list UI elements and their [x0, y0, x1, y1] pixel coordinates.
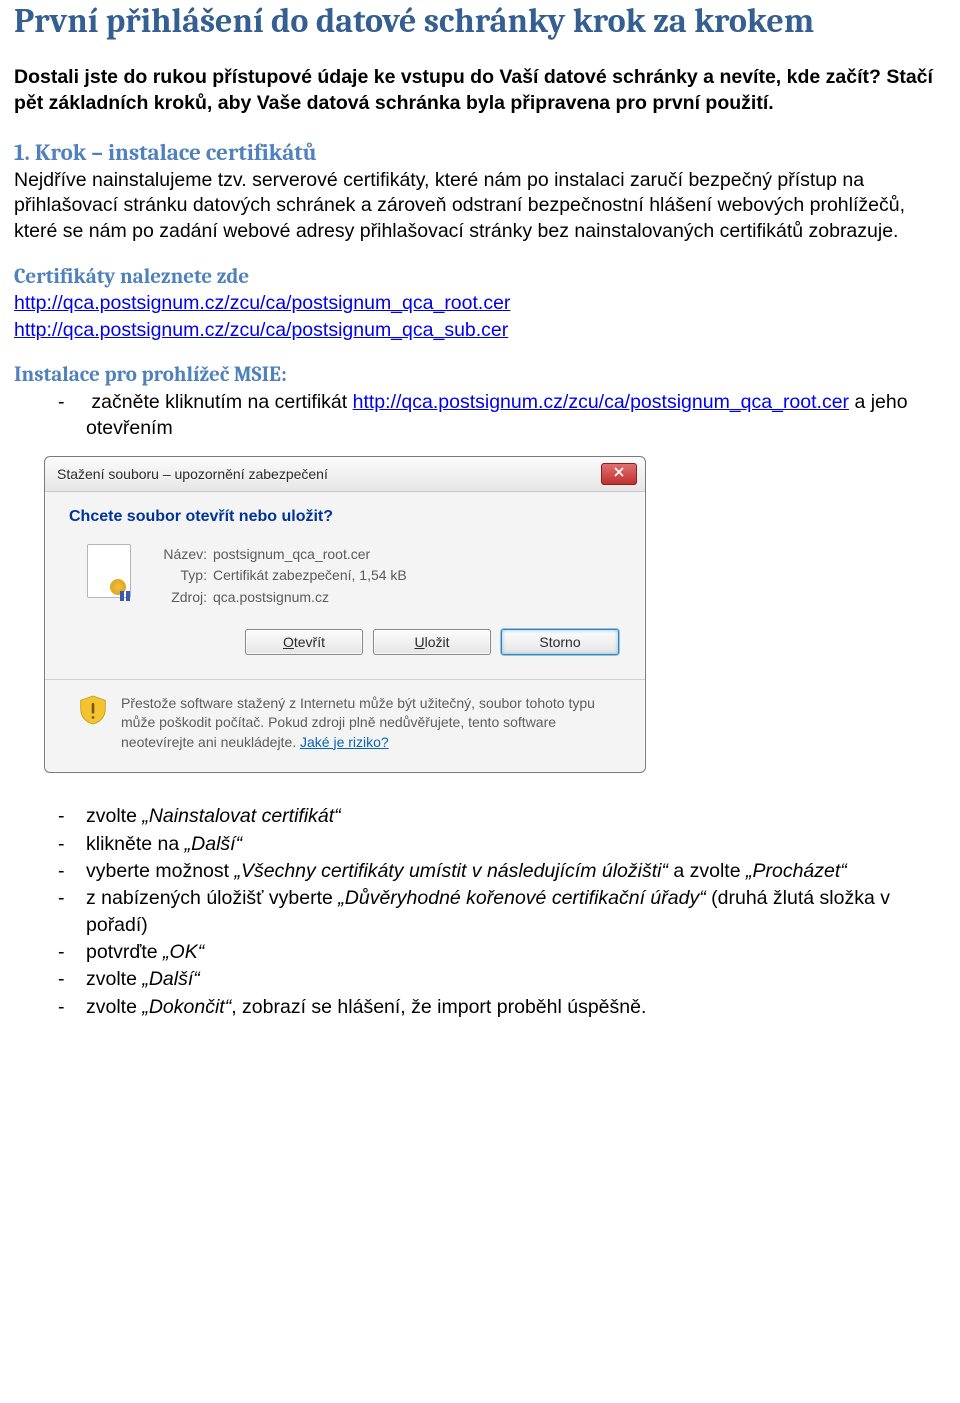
install-step: klikněte na „Další“	[14, 831, 946, 857]
install-step: zvolte „Další“	[14, 966, 946, 992]
open-btn-rest: tevřít	[294, 634, 325, 650]
source-value: qca.postsignum.cz	[213, 589, 329, 605]
intro-paragraph: Dostali jste do rukou přístupové údaje k…	[14, 65, 946, 116]
dialog-title: Stažení souboru – upozornění zabezpečení	[57, 466, 328, 482]
msie-intro-item: začněte kliknutím na certifikát http://q…	[14, 389, 946, 442]
name-label: Název:	[149, 544, 207, 566]
msie-intro-link[interactable]: http://qca.postsignum.cz/zcu/ca/postsign…	[353, 391, 849, 413]
risk-link[interactable]: Jaké je riziko?	[300, 734, 389, 750]
download-dialog: Stažení souboru – upozornění zabezpečení…	[44, 456, 646, 774]
install-step: z nabízených úložišť vyberte „Důvěryhodn…	[14, 885, 946, 938]
type-value: Certifikát zabezpečení, 1,54 kB	[213, 567, 407, 583]
save-btn-rest: ložit	[425, 634, 450, 650]
install-steps-list: zvolte „Nainstalovat certifikát“klikněte…	[14, 803, 946, 1020]
dialog-heading: Chcete soubor otevřít nebo uložit?	[69, 508, 627, 526]
save-button[interactable]: Uložit	[373, 629, 491, 655]
source-label: Zdroj:	[149, 587, 207, 609]
close-button[interactable]	[601, 463, 637, 485]
close-icon	[614, 467, 624, 480]
file-info: Název: postsignum_qca_root.cer Typ: Certif…	[149, 544, 407, 609]
type-label: Typ:	[149, 565, 207, 587]
cert-heading: Certifikáty naleznete zde	[14, 265, 946, 289]
certificate-icon	[87, 544, 131, 598]
install-step: potvrďte „OK“	[14, 939, 946, 965]
page-title: První přihlášení do datové schránky krok…	[14, 2, 946, 41]
msie-intro-list: začněte kliknutím na certifikát http://q…	[14, 389, 946, 442]
step1-body: Nejdříve nainstalujeme tzv. serverové ce…	[14, 168, 946, 246]
install-step: zvolte „Dokončit“, zobrazí se hlášení, ž…	[14, 994, 946, 1020]
cancel-button[interactable]: Storno	[501, 629, 619, 655]
warning-text: Přestože software stažený z Internetu mů…	[121, 694, 627, 753]
msie-heading: Instalace pro prohlížeč MSIE:	[14, 363, 946, 387]
install-step: vyberte možnost „Všechny certifikáty umí…	[14, 858, 946, 884]
msie-intro-pre: začněte kliknutím na certifikát	[91, 391, 352, 413]
dialog-titlebar: Stažení souboru – upozornění zabezpečení	[45, 457, 645, 492]
cert-link-sub[interactable]: http://qca.postsignum.cz/zcu/ca/postsign…	[14, 319, 508, 341]
cert-links: http://qca.postsignum.cz/zcu/ca/postsign…	[14, 290, 946, 343]
cert-link-root[interactable]: http://qca.postsignum.cz/zcu/ca/postsign…	[14, 292, 510, 314]
install-step: zvolte „Nainstalovat certifikát“	[14, 803, 946, 829]
name-value: postsignum_qca_root.cer	[213, 546, 370, 562]
shield-warning-icon	[79, 694, 107, 726]
open-button[interactable]: Otevřít	[245, 629, 363, 655]
step1-heading: 1. Krok – instalace certifikátů	[14, 139, 946, 166]
